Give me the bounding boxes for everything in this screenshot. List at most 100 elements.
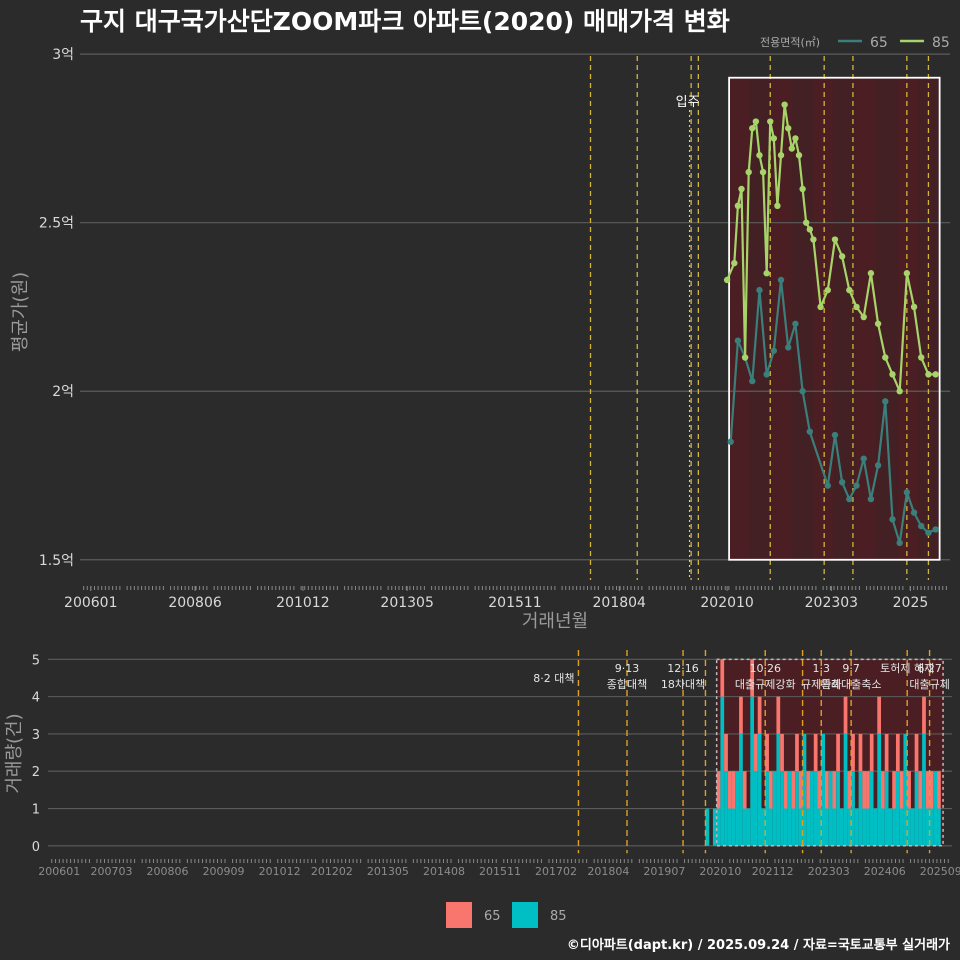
volume-bar-85 — [918, 808, 923, 846]
volume-bar-85 — [783, 808, 788, 846]
x-tick-label: 201804 — [593, 595, 647, 611]
volume-bar-85 — [795, 771, 799, 846]
x-axis-minor-ticks — [51, 859, 949, 863]
policy-label: 대출규제 — [909, 678, 949, 691]
volume-bar-85 — [746, 808, 751, 846]
legend-label-65: 65 — [870, 35, 888, 51]
policy-label: 9·7 — [842, 662, 860, 675]
data-point-85 — [767, 118, 774, 125]
volume-y-tick-label: 1 — [32, 803, 40, 818]
data-point-65 — [903, 489, 911, 496]
volume-y-tick-label: 3 — [32, 728, 40, 743]
volume-bar-85 — [742, 808, 747, 846]
data-point-85 — [903, 270, 911, 277]
volume-bar-65 — [881, 771, 885, 809]
volume-x-tick-label: 202010 — [699, 865, 741, 878]
data-point-65 — [867, 495, 875, 503]
volume-bar-85 — [757, 733, 762, 846]
data-point-85 — [799, 185, 806, 193]
volume-x-tick-label: 200703 — [91, 865, 133, 878]
volume-bar-65 — [836, 733, 840, 772]
volume-x-tick-label: 200601 — [38, 865, 80, 878]
shaded-period-band — [876, 77, 898, 560]
volume-bar-85 — [843, 733, 848, 846]
volume-bar-85 — [899, 808, 904, 846]
data-point-85 — [770, 135, 778, 142]
data-point-65 — [727, 438, 734, 445]
policy-label: 9·13 — [615, 662, 640, 675]
data-point-85 — [817, 303, 824, 311]
volume-x-tick-label: 201804 — [587, 865, 629, 878]
data-point-65 — [918, 522, 925, 530]
data-point-85 — [853, 303, 860, 311]
volume-bar-85 — [937, 808, 941, 846]
policy-label: 특례대출축소 — [821, 678, 882, 691]
volume-bar-65 — [892, 771, 896, 809]
data-point-85 — [723, 276, 731, 284]
volume-bar-65 — [757, 696, 762, 734]
data-point-85 — [777, 152, 785, 159]
legend-label-85: 85 — [550, 909, 567, 924]
data-point-65 — [799, 388, 806, 395]
data-point-65 — [785, 344, 792, 351]
data-point-65 — [860, 455, 867, 462]
data-point-65 — [777, 276, 785, 284]
volume-bar-65 — [780, 733, 784, 772]
data-point-65 — [792, 320, 799, 327]
volume-x-tick-label: 202303 — [808, 865, 850, 878]
data-point-65 — [846, 495, 853, 503]
volume-chart: 0 1 2 3 4 5 8·2 대책 9·13 종합대책 12·16 18차대책 10·26 대출규제강… — [4, 650, 960, 928]
data-point-85 — [756, 152, 763, 159]
x-tick-label: 201012 — [276, 595, 329, 611]
volume-bar-65 — [866, 771, 870, 809]
legend: 전용면적(㎡) 65 85 — [760, 35, 950, 51]
volume-bar-85 — [862, 808, 867, 846]
x-tick-label: 200601 — [64, 595, 117, 611]
x-tick-label: 202010 — [700, 595, 753, 611]
data-point-65 — [831, 431, 839, 439]
data-point-85 — [910, 303, 918, 311]
x-tick-label: 201511 — [488, 595, 541, 611]
y-tick-label: 2.5억 — [39, 216, 74, 232]
volume-bar-85 — [780, 771, 784, 846]
volume-bar-85 — [787, 771, 792, 846]
volume-bar-65 — [937, 771, 941, 809]
volume-bar-65 — [776, 696, 781, 734]
volume-y-tick-label: 5 — [32, 653, 40, 668]
volume-bar-85 — [892, 808, 896, 846]
data-point-85 — [889, 371, 896, 378]
data-point-85 — [759, 168, 767, 176]
volume-bar-85 — [750, 696, 755, 846]
data-point-85 — [788, 145, 796, 152]
y-tick-label: 3억 — [52, 47, 74, 63]
data-point-65 — [756, 286, 763, 294]
policy-label: 1·3 — [813, 662, 831, 675]
volume-bar-65 — [731, 771, 736, 809]
volume-x-tick-label: 200909 — [203, 865, 245, 878]
volume-bar-65 — [742, 771, 747, 809]
volume-x-tick-label: 202509 — [920, 865, 960, 878]
volume-bar-65 — [739, 696, 743, 734]
data-point-65 — [763, 371, 770, 378]
volume-bar-65 — [858, 733, 863, 772]
volume-bar-65 — [783, 771, 788, 809]
shaded-period-band — [729, 77, 751, 560]
data-point-65 — [910, 509, 918, 516]
volume-bar-65 — [918, 771, 923, 809]
volume-bar-85 — [772, 771, 777, 846]
data-point-85 — [802, 219, 810, 226]
data-point-85 — [795, 152, 803, 159]
data-point-85 — [763, 270, 770, 277]
volume-bar-65 — [813, 733, 818, 772]
volume-bar-85 — [832, 808, 837, 846]
data-point-65 — [925, 529, 932, 537]
y-tick-label: 2억 — [52, 384, 74, 400]
volume-bar-85 — [724, 771, 728, 846]
volume-bar-65 — [806, 771, 811, 809]
data-point-65 — [824, 482, 831, 489]
data-point-85 — [860, 313, 867, 321]
volume-bar-85 — [754, 771, 758, 846]
data-point-65 — [734, 337, 742, 344]
volume-bar-85 — [828, 771, 833, 846]
price-chart: 1.5억 2억 2.5억 3억입주 200601 200806 201012 201305 20… — [10, 35, 950, 632]
